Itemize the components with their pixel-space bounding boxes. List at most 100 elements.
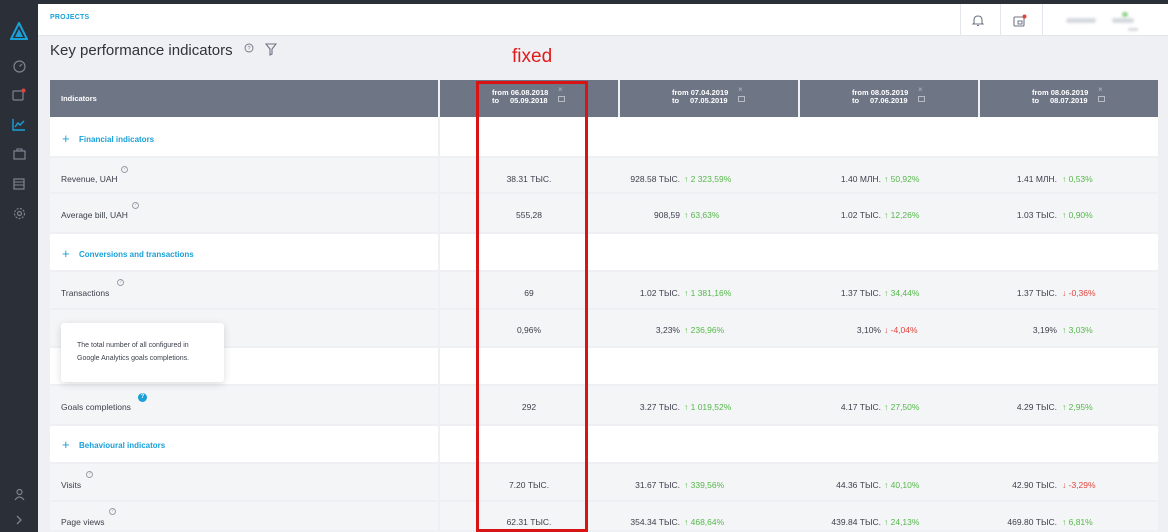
period-3-dates: from 08.05.2019 to 07.06.2019: [852, 89, 908, 105]
help-active-icon[interactable]: ?: [138, 393, 147, 402]
value-cell: 1.37 ТЫС.: [1016, 288, 1057, 298]
briefcase-icon[interactable]: [11, 146, 27, 162]
column-divider: [438, 426, 440, 462]
change-up: ↑ 63,63%: [684, 210, 720, 220]
value-cell: 3,10%: [856, 325, 881, 335]
header-divider: [1000, 4, 1001, 36]
help-circle-icon[interactable]: ?: [86, 471, 93, 478]
group-label-behavioural[interactable]: Behavioural indicators: [79, 441, 165, 450]
expand-chevron-icon[interactable]: [11, 512, 27, 528]
change-up: ↑ 339,56%: [684, 480, 725, 490]
table-header: Indicators from 06.08.2018 to 05.09.2018 ×…: [50, 80, 1158, 117]
value-cell: 44.36 ТЫС.: [836, 480, 881, 490]
indicators-column-header: Indicators: [50, 80, 438, 117]
bell-icon[interactable]: [970, 12, 986, 28]
tooltip-line-1: The total number of all configured in: [77, 342, 189, 349]
svg-text:?: ?: [247, 46, 250, 52]
settings-gear-icon[interactable]: [11, 205, 27, 221]
users-icon[interactable]: [11, 486, 27, 502]
value-cell: 42.90 ТЫС.: [1012, 480, 1057, 490]
value-cell: 1.37 ТЫС.: [840, 288, 881, 298]
table-row: Average bill, UAH ? 555,28 908,59 ↑ 63,6…: [50, 194, 1158, 234]
group-row-conversions[interactable]: + Conversions and transactions: [50, 234, 1158, 272]
remove-period-icon[interactable]: ×: [918, 85, 923, 94]
calendar-icon[interactable]: [1098, 96, 1105, 102]
group-label-conversions[interactable]: Conversions and transactions: [79, 250, 194, 259]
period-2-to: 07.05.2019: [690, 96, 728, 105]
analytics-chart-icon[interactable]: [11, 116, 27, 132]
page-title: Key performance indicators: [50, 42, 233, 59]
change-up: ↑ 1 381,16%: [684, 288, 732, 298]
logo-icon[interactable]: [9, 20, 29, 40]
remove-period-icon[interactable]: ×: [1098, 85, 1103, 94]
change-up: ↑ 1 019,52%: [684, 402, 732, 412]
group-row-financial[interactable]: + Financial indicators: [50, 117, 1158, 158]
value-cell: 439.84 ТЫС.: [831, 517, 881, 527]
change-up: ↑ 468,64%: [684, 517, 725, 527]
help-circle-icon[interactable]: ?: [244, 40, 254, 58]
period-4-dates: from 08.06.2019 to 08.07.2019: [1032, 89, 1088, 105]
column-divider: [438, 348, 440, 384]
remove-period-icon[interactable]: ×: [738, 85, 743, 94]
top-header: PROJECTS: [38, 4, 1168, 36]
period-column-header-4[interactable]: from 08.06.2019 to 08.07.2019 ×: [978, 80, 1158, 117]
period-3-to-label: to: [852, 96, 860, 105]
period-4-to: 08.07.2019: [1050, 96, 1088, 105]
change-up: ↑ 27,50%: [884, 402, 920, 412]
calendar-icon[interactable]: [918, 96, 925, 102]
change-down: ↓ -4,04%: [884, 325, 918, 335]
period-4-to-label: to: [1032, 96, 1040, 105]
change-up: ↑ 2,95%: [1062, 402, 1093, 412]
goals-tooltip: The total number of all configured in Go…: [61, 323, 224, 382]
expand-plus-icon[interactable]: +: [62, 247, 70, 260]
row-label-transactions: Transactions: [61, 288, 110, 298]
table-row: Visits ? 7.20 ТЫС. 31.67 ТЫС. ↑ 339,56% …: [50, 464, 1158, 502]
widget-notification-icon[interactable]: [1012, 12, 1028, 28]
change-down: ↓ -0,36%: [1062, 288, 1096, 298]
expand-plus-icon[interactable]: +: [62, 438, 70, 451]
table-row: Transactions ? 69 1.02 ТЫС. ↑ 1 381,16% …: [50, 272, 1158, 310]
fixed-annotation-label: fixed: [512, 46, 553, 67]
column-divider: [438, 234, 440, 270]
group-row-behavioural[interactable]: + Behavioural indicators: [50, 426, 1158, 464]
change-up: ↑ 40,10%: [884, 480, 920, 490]
projects-breadcrumb-link[interactable]: PROJECTS: [50, 14, 89, 21]
header-divider: [1042, 4, 1043, 36]
value-cell: 469.80 ТЫС.: [1007, 517, 1057, 527]
value-cell: 1.02 ТЫС.: [840, 210, 881, 220]
change-up: ↑ 50,92%: [884, 174, 920, 184]
notifications-widget-icon[interactable]: [11, 86, 27, 102]
change-up: ↑ 2 323,59%: [684, 174, 732, 184]
row-label-page-views: Page views: [61, 517, 105, 527]
help-circle-icon[interactable]: ?: [109, 508, 116, 515]
help-circle-icon[interactable]: ?: [132, 202, 139, 209]
row-label-visits: Visits: [61, 480, 82, 490]
row-label-goals-completions: Goals completions: [61, 402, 131, 412]
user-profile-menu[interactable]: [1056, 8, 1168, 36]
period-column-header-3[interactable]: from 08.05.2019 to 07.06.2019 ×: [798, 80, 978, 117]
value-cell: 4.17 ТЫС.: [840, 402, 881, 412]
row-label-revenue: Revenue, UAH: [61, 174, 118, 184]
change-up: ↑ 3,03%: [1062, 325, 1093, 335]
expand-plus-icon[interactable]: +: [62, 132, 70, 145]
dashboard-icon[interactable]: [11, 58, 27, 74]
sidebar: [0, 4, 38, 532]
column-divider: [438, 117, 440, 156]
header-divider: [960, 4, 961, 36]
table-row: Goals completions 292 3.27 ТЫС. ↑ 1 019,…: [50, 386, 1158, 426]
help-circle-icon[interactable]: ?: [121, 166, 128, 173]
calendar-icon[interactable]: [11, 176, 27, 192]
filter-funnel-icon[interactable]: [264, 43, 278, 61]
kpi-table: Indicators from 06.08.2018 to 05.09.2018 ×…: [50, 80, 1158, 532]
period-2-dates: from 07.04.2019 to 07.05.2019: [672, 89, 728, 105]
period-column-header-2[interactable]: from 07.04.2019 to 07.05.2019 ×: [618, 80, 798, 117]
tooltip-line-2: Google Analytics goals completions.: [77, 355, 190, 362]
period-3-to: 07.06.2019: [870, 96, 908, 105]
group-label-financial[interactable]: Financial indicators: [79, 135, 154, 144]
change-up: ↑ 236,96%: [684, 325, 725, 335]
period-2-to-label: to: [672, 96, 680, 105]
help-circle-icon[interactable]: ?: [117, 279, 124, 286]
change-up: ↑ 0,53%: [1062, 174, 1093, 184]
calendar-icon[interactable]: [738, 96, 745, 102]
value-cell: 3,19%: [1032, 325, 1057, 335]
